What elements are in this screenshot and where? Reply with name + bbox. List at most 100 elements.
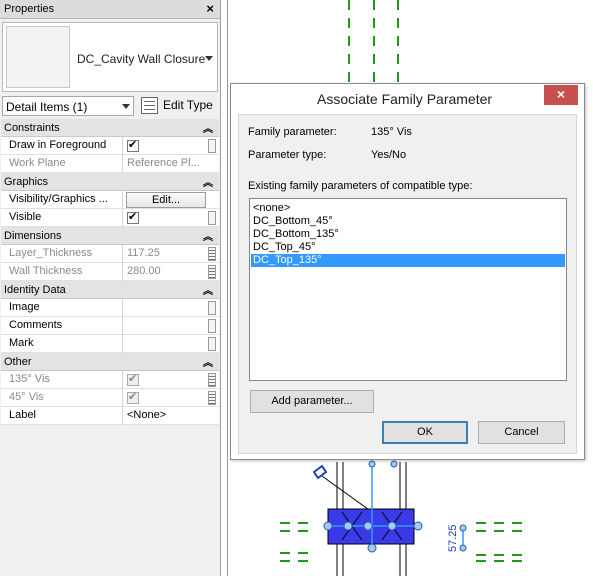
property-value[interactable] <box>124 335 206 353</box>
property-row-wall-thickness: Wall Thickness 280.00 <box>1 263 219 281</box>
collapse-icon[interactable]: ︽ <box>203 354 213 369</box>
property-row-135-vis: 135° Vis <box>1 371 219 389</box>
dialog-body: Family parameter: 135° Vis Parameter typ… <box>238 114 577 454</box>
edit-type-button[interactable]: Edit Type <box>139 95 217 117</box>
dialog-titlebar: Associate Family Parameter × <box>231 84 584 113</box>
grip-handle <box>363 521 373 531</box>
association-button[interactable] <box>208 337 216 351</box>
property-label: Layer_Thickness <box>1 245 123 263</box>
property-value: 280.00 <box>127 265 161 277</box>
list-item-selected[interactable]: DC_Top_135° <box>251 254 565 267</box>
list-item[interactable]: DC_Top_45° <box>251 241 565 254</box>
dialog-title: Associate Family Parameter <box>317 91 493 107</box>
properties-grid: Constraints ︽ Draw in Foreground Work Pl… <box>1 119 219 425</box>
property-row-45-vis: 45° Vis <box>1 389 219 407</box>
association-button[interactable] <box>208 391 216 405</box>
list-item[interactable]: DC_Bottom_135° <box>251 228 565 241</box>
associate-family-parameter-dialog: Associate Family Parameter × Family para… <box>230 83 585 460</box>
edit-type-label: Edit Type <box>163 98 213 112</box>
instance-filter-dropdown[interactable]: Detail Items (1) <box>2 96 134 116</box>
type-name: DC_Cavity Wall Closure <box>77 52 206 66</box>
list-caption: Existing family parameters of compatible… <box>248 180 473 192</box>
property-value[interactable]: <None> <box>124 407 206 425</box>
property-value <box>124 389 206 407</box>
association-button[interactable] <box>208 247 216 261</box>
flip-control-icon <box>312 464 328 480</box>
checkbox <box>127 390 139 404</box>
add-parameter-button[interactable]: Add parameter... <box>250 390 374 413</box>
property-label: Visible <box>1 209 123 227</box>
property-label: Visibility/Graphics ... <box>1 191 123 209</box>
association-button[interactable] <box>208 319 216 333</box>
association-button[interactable] <box>208 139 216 153</box>
collapse-icon[interactable]: ︽ <box>203 228 213 243</box>
section-graphics[interactable]: Graphics ︽ <box>1 173 219 191</box>
checkbox[interactable] <box>127 138 139 152</box>
association-button[interactable] <box>208 211 216 225</box>
association-button[interactable] <box>208 373 216 387</box>
grip-handle <box>367 543 377 553</box>
section-title: Identity Data <box>4 284 66 296</box>
section-identity-data[interactable]: Identity Data ︽ <box>1 281 219 299</box>
property-value <box>124 371 206 389</box>
property-value: 117.25 <box>127 247 160 259</box>
association-button[interactable] <box>208 301 216 315</box>
cancel-button[interactable]: Cancel <box>478 421 565 444</box>
property-row-visibility-graphics: Visibility/Graphics ... Edit... <box>1 191 219 209</box>
property-row-draw-in-foreground: Draw in Foreground <box>1 137 219 155</box>
dimension-text: 57.25 <box>447 524 459 552</box>
properties-title: Properties <box>4 3 55 15</box>
instance-filter-value: Detail Items (1) <box>6 100 88 114</box>
collapse-icon[interactable]: ︽ <box>203 282 213 297</box>
collapse-icon[interactable]: ︽ <box>203 120 213 135</box>
ok-button[interactable]: OK <box>382 421 468 444</box>
family-parameter-value: 135° Vis <box>371 126 412 138</box>
section-dimensions[interactable]: Dimensions ︽ <box>1 227 219 245</box>
edit-type-icon <box>141 97 158 114</box>
properties-palette: Properties × DC_Cavity Wall Closure Deta… <box>0 0 221 576</box>
property-row-comments: Comments <box>1 317 219 335</box>
parameter-type-label: Parameter type: <box>248 149 327 161</box>
grip-handle <box>323 521 333 531</box>
checkbox[interactable] <box>127 210 139 224</box>
property-value[interactable] <box>124 299 206 317</box>
grip-handle <box>459 544 467 552</box>
properties-titlebar: Properties × <box>0 0 220 19</box>
section-title: Constraints <box>4 122 60 134</box>
type-preview-image <box>6 26 70 88</box>
grip-handle <box>390 460 398 468</box>
property-label: Image <box>1 299 123 317</box>
chevron-down-icon[interactable] <box>122 104 130 109</box>
section-title: Graphics <box>4 176 49 188</box>
property-row-visible: Visible <box>1 209 219 227</box>
checkbox <box>127 372 139 386</box>
association-button[interactable] <box>208 265 216 279</box>
list-item[interactable]: DC_Bottom_45° <box>251 215 565 228</box>
property-row-work-plane: Work Plane Reference Pl... <box>1 155 219 173</box>
section-title: Other <box>4 356 32 368</box>
close-icon[interactable]: × <box>206 1 214 16</box>
collapse-icon[interactable]: ︽ <box>203 174 213 189</box>
type-selector[interactable]: DC_Cavity Wall Closure <box>2 22 218 92</box>
grip-handle <box>343 521 353 531</box>
property-value <box>124 209 206 227</box>
family-parameter-label: Family parameter: <box>248 126 337 138</box>
section-constraints[interactable]: Constraints ︽ <box>1 119 219 137</box>
property-value[interactable] <box>124 317 206 335</box>
list-item[interactable]: <none> <box>251 202 565 215</box>
property-label: Draw in Foreground <box>1 137 123 155</box>
family-parameters-list[interactable]: <none> DC_Bottom_45° DC_Bottom_135° DC_T… <box>249 198 567 381</box>
property-row-layer-thickness: Layer_Thickness 117.25 <box>1 245 219 263</box>
chevron-down-icon[interactable] <box>205 56 213 61</box>
parameter-type-value: Yes/No <box>371 149 407 161</box>
property-label: Work Plane <box>1 155 123 173</box>
property-label: Label <box>1 407 123 425</box>
section-other[interactable]: Other ︽ <box>1 353 219 371</box>
property-value: Reference Pl... <box>127 157 200 169</box>
grip-handle <box>459 524 467 532</box>
property-label: Comments <box>1 317 123 335</box>
leader-line <box>321 475 373 513</box>
edit-button[interactable]: Edit... <box>126 192 206 208</box>
property-value <box>124 137 206 155</box>
close-icon[interactable]: × <box>544 85 578 105</box>
